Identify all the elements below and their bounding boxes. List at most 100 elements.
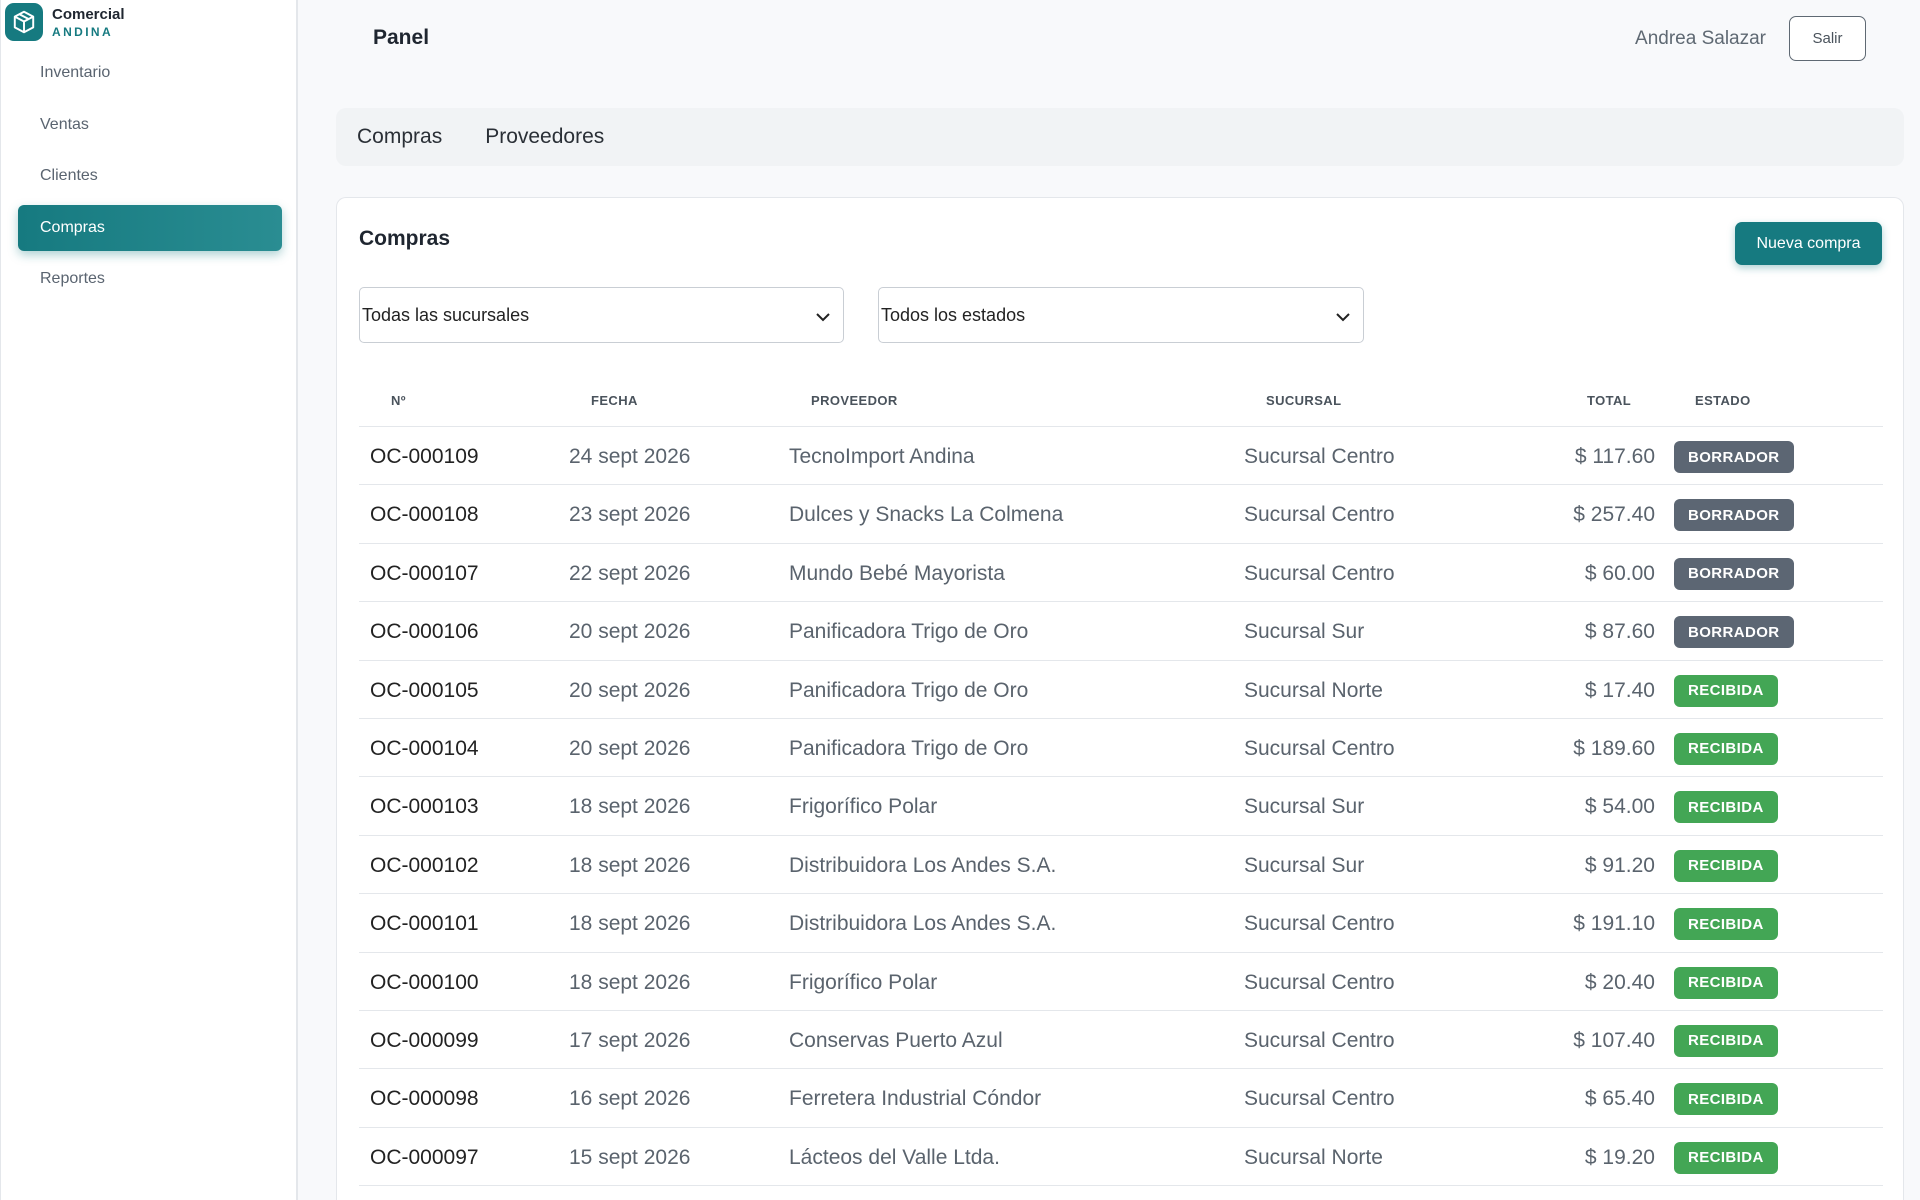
status-badge: RECIBIDA	[1674, 908, 1778, 941]
row-branch: Sucursal Sur	[1244, 795, 1365, 819]
row-branch: Sucursal Centro	[1244, 1028, 1395, 1052]
table-row[interactable]: OC-000102 18 sept 2026 Distribuidora Los A…	[359, 836, 1883, 895]
branch-filter-select[interactable]: Todas las sucursales	[359, 287, 844, 343]
table-row[interactable]: OC-000106 20 sept 2026 Panificadora Trigo …	[359, 602, 1883, 661]
row-provider: Dulces y Snacks La Colmena	[789, 503, 1064, 527]
purchases-table: Nº FECHA PROVEEDOR SUCURSAL TOTAL ESTADO…	[359, 378, 1883, 1187]
status-badge: RECIBIDA	[1674, 1141, 1778, 1174]
row-branch: Sucursal Norte	[1244, 1145, 1383, 1169]
table-row[interactable]: OC-000104 20 sept 2026 Panificadora Trigo …	[359, 719, 1883, 778]
status-filter-select[interactable]: Todos los estados	[878, 287, 1364, 343]
sidebar-item-ventas[interactable]: Ventas	[18, 102, 282, 148]
tab-bar: Compras Proveedores	[336, 108, 1904, 166]
column-header-total[interactable]: TOTAL	[1587, 393, 1631, 408]
row-number: OC-000100	[370, 970, 479, 994]
sidebar-item-reportes[interactable]: Reportes	[18, 256, 282, 302]
row-date: 20 sept 2026	[569, 736, 691, 760]
row-branch: Sucursal Centro	[1244, 912, 1395, 936]
row-date: 20 sept 2026	[569, 620, 691, 644]
row-provider: Mundo Bebé Mayorista	[789, 561, 1005, 585]
table-row[interactable]: OC-000100 18 sept 2026 Frigorífico Polar Su…	[359, 953, 1883, 1011]
column-header-sucursal[interactable]: SUCURSAL	[1266, 393, 1341, 408]
row-total: $ 91.20	[1584, 853, 1655, 877]
row-date: 18 sept 2026	[569, 853, 691, 877]
row-date: 18 sept 2026	[569, 970, 691, 994]
status-badge: RECIBIDA	[1674, 966, 1778, 999]
row-number: OC-000106	[370, 620, 479, 644]
table-row[interactable]: OC-000103 18 sept 2026 Frigorífico Polar Su…	[359, 777, 1883, 836]
row-branch: Sucursal Centro	[1244, 1087, 1395, 1111]
row-date: 22 sept 2026	[569, 561, 691, 585]
new-purchase-button[interactable]: Nueva compra	[1735, 222, 1882, 265]
table-row[interactable]: OC-000109 24 sept 2026 TecnoImport Andina S…	[359, 427, 1883, 486]
row-provider: Distribuidora Los Andes S.A.	[789, 912, 1057, 936]
row-provider: Lácteos del Valle Ltda.	[789, 1145, 1000, 1169]
row-number: OC-000098	[370, 1087, 479, 1111]
row-date: 18 sept 2026	[569, 912, 691, 936]
row-branch: Sucursal Sur	[1244, 853, 1365, 877]
sidebar-item-compras[interactable]: Compras	[18, 204, 282, 251]
chevron-down-icon	[815, 308, 831, 329]
column-header-proveedor[interactable]: PROVEEDOR	[811, 393, 898, 408]
sidebar-item-inventario[interactable]: Inventario	[18, 50, 282, 96]
row-provider: Panificadora Trigo de Oro	[789, 620, 1029, 644]
row-total: $ 54.00	[1584, 795, 1655, 819]
branch-filter-value: Todas las sucursales	[362, 304, 530, 325]
status-badge: BORRADOR	[1674, 616, 1794, 649]
row-number: OC-000109	[370, 445, 479, 468]
row-total: $ 87.60	[1584, 620, 1655, 644]
table-row[interactable]: OC-000105 20 sept 2026 Panificadora Trigo …	[359, 661, 1883, 719]
purchases-card: Compras Nueva compra Todas las sucursale…	[336, 197, 1904, 1200]
page-title: Panel	[373, 26, 430, 49]
row-number: OC-000102	[370, 853, 479, 877]
column-header-estado[interactable]: ESTADO	[1695, 393, 1751, 408]
row-provider: Conservas Puerto Azul	[789, 1028, 1003, 1052]
status-badge: RECIBIDA	[1674, 674, 1778, 707]
status-badge: BORRADOR	[1674, 441, 1794, 473]
table-row[interactable]: OC-000099 17 sept 2026 Conservas Puerto Az…	[359, 1011, 1883, 1070]
row-total: $ 257.40	[1573, 503, 1655, 527]
row-provider: Frigorífico Polar	[789, 970, 938, 994]
row-total: $ 117.60	[1574, 445, 1655, 468]
row-number: OC-000099	[370, 1028, 479, 1052]
table-header: Nº FECHA PROVEEDOR SUCURSAL TOTAL ESTADO	[359, 378, 1883, 427]
tab-proveedores[interactable]: Proveedores	[485, 125, 604, 149]
row-date: 20 sept 2026	[569, 678, 691, 702]
table-row[interactable]: OC-000097 15 sept 2026 Lácteos del Valle L…	[359, 1128, 1883, 1187]
status-badge: BORRADOR	[1674, 499, 1794, 532]
table-row[interactable]: OC-000108 23 sept 2026 Dulces y Snacks La …	[359, 485, 1883, 544]
row-branch: Sucursal Centro	[1244, 561, 1395, 585]
row-date: 17 sept 2026	[569, 1028, 691, 1052]
row-total: $ 17.40	[1584, 678, 1655, 702]
row-branch: Sucursal Norte	[1244, 678, 1383, 702]
row-number: OC-000107	[370, 561, 479, 585]
brand[interactable]: Comercial ANDINA	[5, 3, 125, 41]
column-header-num[interactable]: Nº	[391, 393, 406, 408]
row-provider: Panificadora Trigo de Oro	[789, 736, 1029, 760]
table-body: OC-000109 24 sept 2026 TecnoImport Andina S…	[359, 427, 1883, 1187]
table-row[interactable]: OC-000098 16 sept 2026 Ferretera Industria…	[359, 1069, 1883, 1128]
row-total: $ 20.40	[1584, 970, 1655, 994]
column-header-fecha[interactable]: FECHA	[591, 393, 638, 408]
table-row[interactable]: OC-000101 18 sept 2026 Distribuidora Los A…	[359, 894, 1883, 953]
row-number: OC-000097	[370, 1145, 479, 1169]
row-date: 24 sept 2026	[569, 445, 691, 468]
row-date: 23 sept 2026	[569, 503, 691, 527]
top-header: Panel Andrea Salazar Salir	[298, 0, 1920, 78]
row-total: $ 189.60	[1573, 736, 1655, 760]
logout-button[interactable]: Salir	[1789, 16, 1866, 61]
status-badge: BORRADOR	[1674, 557, 1794, 590]
row-branch: Sucursal Centro	[1244, 970, 1395, 994]
status-badge: RECIBIDA	[1674, 849, 1778, 882]
tab-compras[interactable]: Compras	[357, 125, 442, 149]
brand-name: Comercial	[52, 5, 125, 23]
row-date: 15 sept 2026	[569, 1145, 691, 1169]
row-total: $ 19.20	[1584, 1145, 1655, 1169]
user-name: Andrea Salazar	[1635, 28, 1766, 49]
table-row[interactable]: OC-000107 22 sept 2026 Mundo Bebé Mayorist…	[359, 544, 1883, 603]
row-date: 16 sept 2026	[569, 1087, 691, 1111]
sidebar-nav: Inventario Ventas Clientes Compras Repor…	[18, 50, 282, 308]
card-title: Compras	[359, 227, 451, 250]
sidebar-item-clientes[interactable]: Clientes	[18, 153, 282, 199]
row-total: $ 107.40	[1573, 1028, 1655, 1052]
